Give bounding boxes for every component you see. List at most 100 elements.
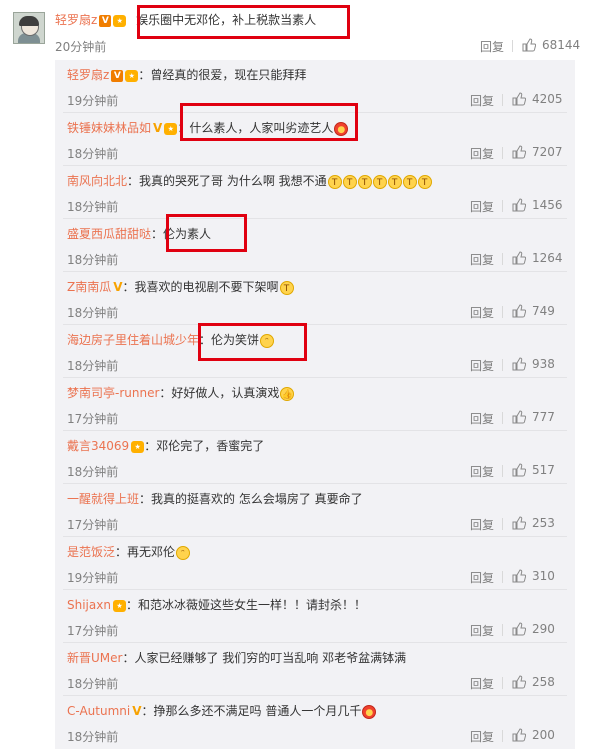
main-username[interactable]: 轻罗扇z [55,13,97,27]
like-count: 4205 [532,92,563,106]
highlight-box [137,5,350,39]
reply-username[interactable]: Shijaxn [67,598,111,612]
like-button[interactable]: 290 [512,622,555,636]
like-count: 200 [532,728,555,742]
crying-face-icon: T [327,174,342,189]
like-button[interactable]: 7207 [512,145,563,159]
main-like-button[interactable]: 68144 [522,38,580,52]
thumbs-up-icon [512,622,526,636]
reply-time: 18分钟前 [67,359,119,373]
thumbs-up-icon [512,145,526,159]
crying-face-icon: T [372,174,387,189]
reply-button[interactable]: 回复 [470,463,494,480]
crying-face-icon: T [402,174,417,189]
reply-username[interactable]: 轻罗扇z [67,68,109,82]
reply-username[interactable]: C-Autumni [67,704,130,718]
thumbs-up-icon [512,728,526,742]
highlight-box [166,214,247,252]
reply-username[interactable]: 新晋UMer [67,651,122,665]
reply-button[interactable]: 回复 [470,516,494,533]
thumbs-up-icon [512,569,526,583]
reply-button[interactable]: 回复 [470,92,494,109]
reply-text: ：我真的哭死了哥 为什么啊 我想不通 [127,174,327,188]
reply-button[interactable]: 回复 [470,357,494,374]
reply-username[interactable]: 海边房子里住着山城少年 [67,333,199,347]
like-button[interactable]: 253 [512,516,555,530]
like-button[interactable]: 1456 [512,198,563,212]
thumbs-up-icon [512,410,526,424]
avatar[interactable] [13,12,45,44]
thumbs-up-icon [512,675,526,689]
thumbs-up-icon [512,304,526,318]
reply-button[interactable]: 回复 [470,728,494,745]
reply-button[interactable]: 回复 [470,304,494,321]
reply-button[interactable]: 回复 [470,198,494,215]
like-button[interactable]: 310 [512,569,555,583]
reply-button[interactable]: 回复 [470,251,494,268]
reply-time: 17分钟前 [67,518,119,532]
reply-username[interactable]: 铁锤妹妹林品如 [67,121,151,135]
like-count: 310 [532,569,555,583]
like-button[interactable]: 200 [512,728,555,742]
reply-username[interactable]: 盛夏西瓜甜甜哒 [67,227,151,241]
reply-text: ：人家已经赚够了 我们穷的叮当乱响 邓老爷盆满钵满 [122,651,407,665]
like-button[interactable]: 517 [512,463,555,477]
reply-time: 19分钟前 [67,571,119,585]
crying-face-icon: T [342,174,357,189]
thumbs-up-icon [512,198,526,212]
reply-item: 戴言34069 ★ ：邓伦完了，香蜜完了 18分钟前 回复 517 [55,431,575,484]
thumbs-up-emoji-icon: 👍 [280,386,295,401]
crying-face-icon: T [357,174,372,189]
verified-icon: V [153,121,163,135]
like-button[interactable]: 777 [512,410,555,424]
reply-username[interactable]: 梦南司亭-runner [67,386,159,400]
vip-level-icon: ★ [164,122,178,135]
like-button[interactable]: 749 [512,304,555,318]
verified-icon: V [113,280,123,294]
like-count: 1264 [532,251,563,265]
reply-time: 17分钟前 [67,412,119,426]
crying-face-icon: T [279,280,294,295]
like-count: 7207 [532,145,563,159]
vip-level-icon: ★ [112,599,126,612]
verified-icon: V [111,69,124,82]
main-comment: 轻罗扇z V ★ 娱乐圈中无邓伦，补上税款当素人 20分钟前 回复 68144 [0,0,589,56]
doge-face-icon: ᵔ [176,545,191,560]
reply-text: ：我喜欢的电视剧不要下架啊 [122,280,279,294]
reply-username[interactable]: 南风向北北 [67,174,127,188]
reply-button[interactable]: 回复 [470,675,494,692]
like-button[interactable]: 4205 [512,92,563,106]
like-count: 938 [532,357,555,371]
like-count: 777 [532,410,555,424]
reply-time: 18分钟前 [67,147,119,161]
vip-level-icon: ★ [125,69,139,82]
like-button[interactable]: 258 [512,675,555,689]
reply-username[interactable]: 是范饭泛 [67,545,115,559]
reply-item: 是范饭泛：再无邓伦 ᵔ 19分钟前 回复 310 [55,537,575,590]
reply-username[interactable]: Z南南瓜 [67,280,111,294]
main-reply-button[interactable]: 回复 [480,38,504,55]
reply-username[interactable]: 一醒就得上班 [67,492,139,506]
main-like-count: 68144 [542,38,581,52]
reply-text: ：再无邓伦 [115,545,176,559]
reply-time: 18分钟前 [67,200,119,214]
like-count: 749 [532,304,555,318]
reply-time: 17分钟前 [67,624,119,638]
reply-text: ：曾经真的很爱，现在只能拜拜 [138,68,307,82]
reply-time: 18分钟前 [67,465,119,479]
thumbs-up-icon [512,516,526,530]
like-button[interactable]: 938 [512,357,555,371]
vip-level-icon: ★ [131,440,145,453]
reply-button[interactable]: 回复 [470,145,494,162]
vip-level-icon: ★ [113,14,127,27]
reply-username[interactable]: 戴言34069 [67,439,129,453]
reply-button[interactable]: 回复 [470,622,494,639]
like-count: 1456 [532,198,563,212]
reply-item: Shijaxn ★ ：和范冰冰薇娅这些女生一样！！请封杀！！ 17分钟前 回复 29… [55,590,575,643]
thumbs-up-icon [512,251,526,265]
reply-button[interactable]: 回复 [470,569,494,586]
reply-time: 18分钟前 [67,253,119,267]
reply-time: 18分钟前 [67,306,119,320]
reply-button[interactable]: 回复 [470,410,494,427]
like-button[interactable]: 1264 [512,251,563,265]
